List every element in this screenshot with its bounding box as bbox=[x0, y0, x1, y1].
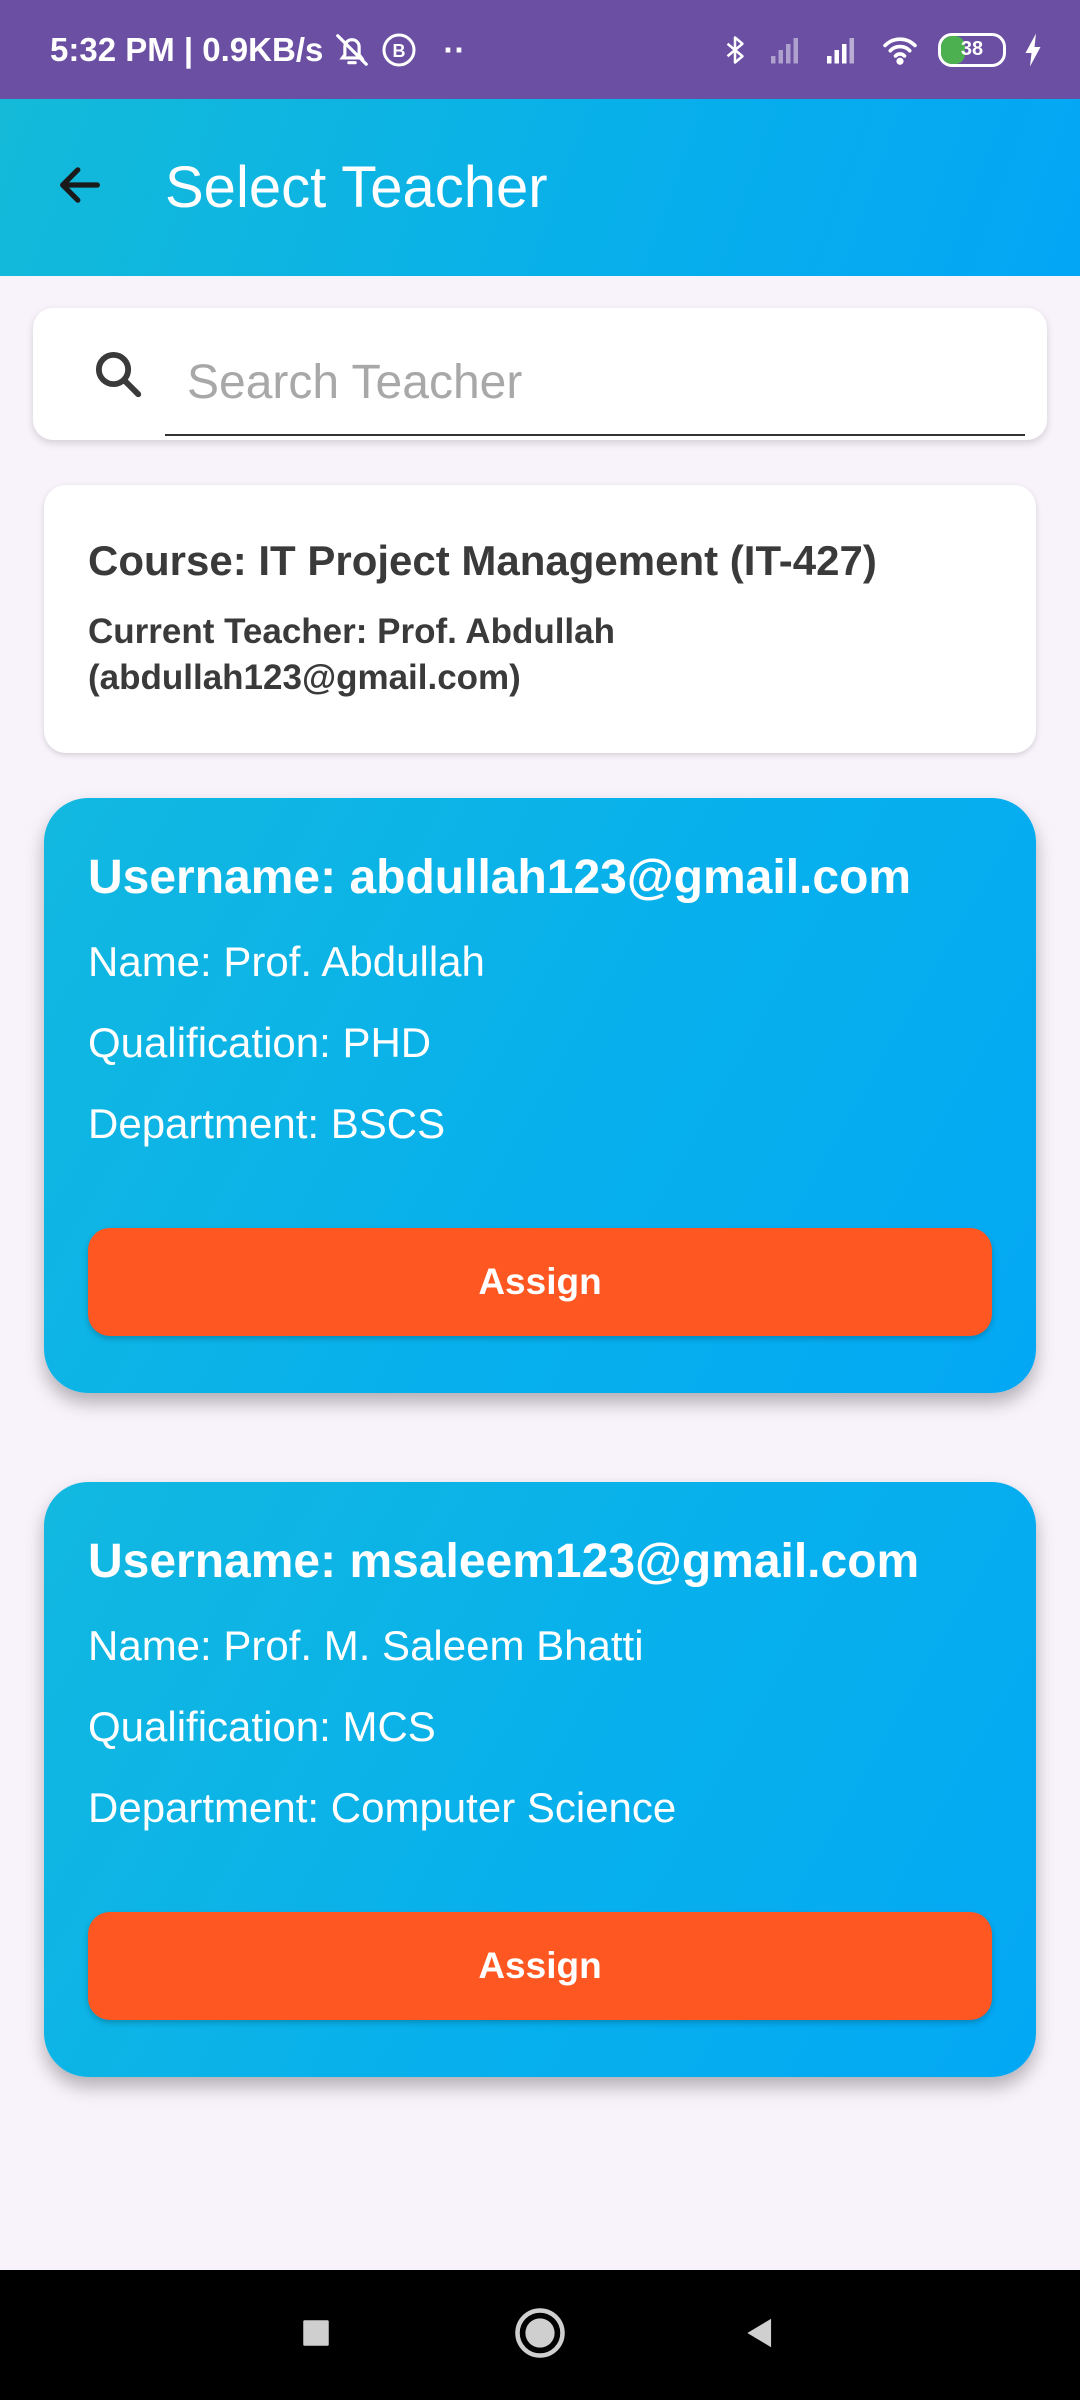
nav-back-button[interactable] bbox=[700, 2270, 820, 2400]
signal-no-service-icon bbox=[766, 32, 806, 68]
charging-bolt-icon bbox=[1022, 32, 1044, 68]
app-bar: Select Teacher bbox=[0, 99, 1080, 276]
system-nav-bar bbox=[0, 2270, 1080, 2400]
teacher-name: Name: Prof. Abdullah bbox=[88, 938, 485, 985]
home-button[interactable] bbox=[480, 2270, 600, 2400]
arrow-back-icon bbox=[54, 159, 106, 216]
page-title: Select Teacher bbox=[165, 155, 548, 220]
course-title: Course: IT Project Management (IT-427) bbox=[88, 537, 877, 584]
teacher-card: Username: msaleem123@gmail.com Name: Pro… bbox=[44, 1482, 1036, 2077]
teacher-qualification: Qualification: PHD bbox=[88, 1019, 432, 1066]
b-circle-icon: B bbox=[381, 32, 417, 68]
recents-button[interactable] bbox=[256, 2270, 376, 2400]
teacher-name: Name: Prof. M. Saleem Bhatti bbox=[88, 1622, 644, 1669]
bluetooth-icon bbox=[720, 32, 750, 68]
course-info-card: Course: IT Project Management (IT-427) C… bbox=[44, 485, 1036, 753]
status-right: 38 bbox=[720, 0, 1044, 99]
signal-icon bbox=[822, 32, 862, 68]
alarm-off-icon bbox=[333, 31, 371, 69]
recents-square-icon bbox=[299, 2316, 333, 2355]
teacher-card: Username: abdullah123@gmail.com Name: Pr… bbox=[44, 798, 1036, 1393]
home-circle-icon bbox=[513, 2306, 567, 2365]
search-icon[interactable] bbox=[88, 344, 148, 404]
battery-level: 38 bbox=[960, 38, 984, 60]
status-time: 5:32 PM | 0.9KB/s bbox=[50, 30, 324, 68]
assign-button[interactable]: Assign bbox=[88, 1912, 992, 2020]
battery-icon: 38 bbox=[938, 32, 1006, 67]
teacher-username: Username: abdullah123@gmail.com bbox=[88, 851, 912, 904]
teacher-qualification: Qualification: MCS bbox=[88, 1703, 436, 1750]
teacher-username: Username: msaleem123@gmail.com bbox=[88, 1535, 920, 1588]
current-teacher-email: (abdullah123@gmail.com) bbox=[88, 658, 521, 697]
search-input[interactable] bbox=[165, 330, 1025, 436]
back-button[interactable] bbox=[40, 147, 120, 227]
teacher-department: Department: BSCS bbox=[88, 1100, 446, 1147]
status-more-dots: ·· bbox=[443, 30, 466, 68]
wifi-icon bbox=[878, 32, 922, 68]
status-left: 5:32 PM | 0.9KB/s B ·· bbox=[50, 0, 465, 99]
back-triangle-icon bbox=[741, 2313, 779, 2358]
svg-text:B: B bbox=[393, 40, 406, 60]
status-bar: 5:32 PM | 0.9KB/s B ·· 38 bbox=[0, 0, 1080, 99]
current-teacher-name: Current Teacher: Prof. Abdullah bbox=[88, 612, 615, 651]
teacher-department: Department: Computer Science bbox=[88, 1784, 677, 1831]
assign-button[interactable]: Assign bbox=[88, 1228, 992, 1336]
current-teacher: Current Teacher: Prof. Abdullah (abdulla… bbox=[88, 609, 992, 701]
